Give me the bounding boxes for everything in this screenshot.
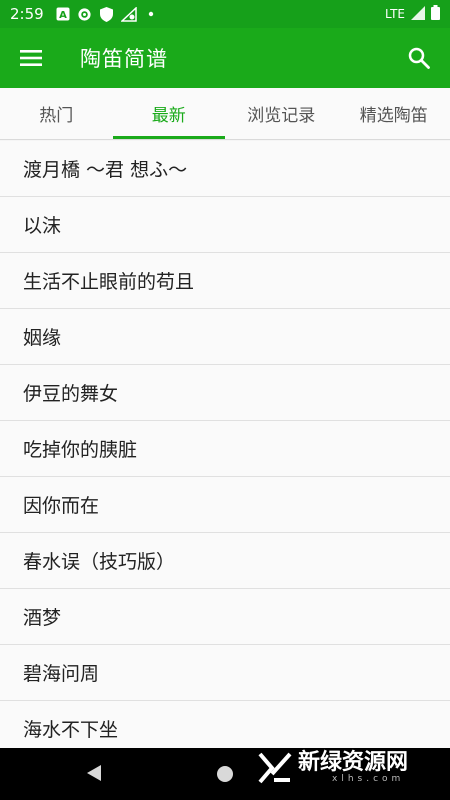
tab-label: 浏览记录 <box>247 106 316 126</box>
list-item[interactable]: 碧海问周 <box>0 645 450 701</box>
signal-icon <box>411 5 425 24</box>
tab-featured[interactable]: 精选陶笛 <box>338 88 450 139</box>
tab-label: 热门 <box>39 106 74 126</box>
watermark-sub: xlhs.com <box>332 774 405 784</box>
status-right: LTE <box>385 4 440 24</box>
watermark-logo-icon <box>258 752 292 784</box>
search-icon <box>408 47 430 69</box>
shield-icon <box>98 5 116 23</box>
network-label: LTE <box>385 7 405 21</box>
list-item[interactable]: 春水误（技巧版） <box>0 533 450 589</box>
navigation-bar: 新绿资源网 xlhs.com <box>0 748 450 800</box>
a-badge-icon: A <box>54 5 72 23</box>
menu-icon <box>20 50 42 66</box>
list-item[interactable]: 海水不下坐 <box>0 701 450 748</box>
list-item[interactable]: 生活不止眼前的苟且 <box>0 253 450 309</box>
menu-button[interactable] <box>0 28 62 88</box>
watermark: 新绿资源网 xlhs.com <box>258 752 408 784</box>
list-item[interactable]: 因你而在 <box>0 477 450 533</box>
home-icon[interactable] <box>217 766 233 782</box>
tab-label: 精选陶笛 <box>359 106 428 126</box>
app-bar: 陶笛简谱 <box>0 28 450 88</box>
status-bar: 2:59 A LTE <box>0 0 450 28</box>
tab-label: 最新 <box>151 106 186 126</box>
status-time: 2:59 <box>10 5 44 23</box>
list-item[interactable]: 以沫 <box>0 197 450 253</box>
watermark-text: 新绿资源网 <box>298 750 409 775</box>
tab-bar: 热门 最新 浏览记录 精选陶笛 <box>0 88 450 140</box>
dot-icon <box>142 5 160 23</box>
list-item[interactable]: 姻缘 <box>0 309 450 365</box>
song-list: 渡月橋 ～君 想ふ～ 以沫 生活不止眼前的苟且 姻缘 伊豆的舞女 吃掉你的胰脏 … <box>0 141 450 748</box>
battery-icon <box>431 4 440 24</box>
back-icon[interactable] <box>86 764 102 782</box>
gear-icon <box>76 5 94 23</box>
tab-latest[interactable]: 最新 <box>112 88 226 139</box>
signal-settings-icon <box>120 5 138 23</box>
tab-hot[interactable]: 热门 <box>0 88 113 139</box>
list-item[interactable]: 渡月橋 ～君 想ふ～ <box>0 141 450 197</box>
page-title: 陶笛简谱 <box>80 47 168 71</box>
svg-text:A: A <box>59 10 67 21</box>
list-item[interactable]: 吃掉你的胰脏 <box>0 421 450 477</box>
search-button[interactable] <box>388 28 450 88</box>
tab-history[interactable]: 浏览记录 <box>225 88 338 139</box>
list-item[interactable]: 伊豆的舞女 <box>0 365 450 421</box>
list-item[interactable]: 酒梦 <box>0 589 450 645</box>
